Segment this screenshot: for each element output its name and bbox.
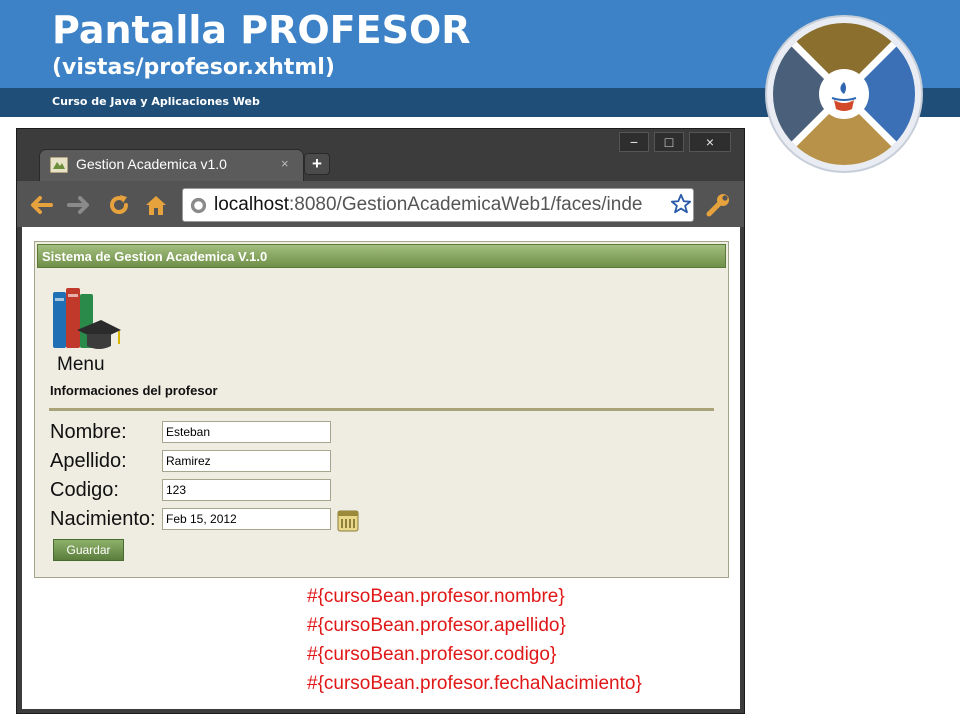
apellido-label: Apellido: xyxy=(50,450,127,472)
favicon-icon xyxy=(50,157,68,173)
apellido-input[interactable]: Ramirez xyxy=(162,450,331,472)
minimize-button[interactable]: − xyxy=(619,132,649,152)
browser-tab[interactable]: Gestion Academica v1.0 × xyxy=(39,149,304,181)
nacimiento-input[interactable]: Feb 15, 2012 xyxy=(162,508,331,530)
close-window-button[interactable]: × xyxy=(689,132,731,152)
wrench-icon[interactable] xyxy=(705,192,731,218)
globe-icon xyxy=(190,197,207,214)
codigo-label: Codigo: xyxy=(50,479,119,501)
address-bar[interactable]: localhost:8080/GestionAcademicaWeb1/face… xyxy=(182,188,694,222)
section-title: Informaciones del profesor xyxy=(50,383,218,398)
maximize-button[interactable]: □ xyxy=(654,132,684,152)
calendar-icon[interactable] xyxy=(337,510,359,532)
url-text: localhost:8080/GestionAcademicaWeb1/face… xyxy=(214,194,642,216)
expression-line: #{cursoBean.profesor.codigo} xyxy=(307,644,557,665)
nombre-input[interactable]: Esteban xyxy=(162,421,331,443)
java-logo-icon xyxy=(765,15,923,173)
menu-link[interactable]: Menu xyxy=(57,354,105,376)
slide-title: Pantalla PROFESOR xyxy=(52,8,471,52)
panel-title: Sistema de Gestion Academica V.1.0 xyxy=(42,249,268,264)
save-button[interactable]: Guardar xyxy=(53,539,124,561)
books-icon[interactable] xyxy=(49,284,121,358)
page-viewport: Sistema de Gestion Academica V.1.0 Menu … xyxy=(22,227,740,709)
star-icon[interactable] xyxy=(670,193,692,215)
home-icon[interactable] xyxy=(144,193,168,217)
slide: Pantalla PROFESOR (vistas/profesor.xhtml… xyxy=(0,0,960,720)
course-label: Curso de Java y Aplicaciones Web xyxy=(52,95,260,108)
main-panel: Sistema de Gestion Academica V.1.0 Menu … xyxy=(34,241,729,578)
tab-close-icon[interactable]: × xyxy=(281,156,289,171)
tab-title: Gestion Academica v1.0 xyxy=(76,156,227,172)
back-icon[interactable] xyxy=(29,194,53,216)
codigo-input[interactable]: 123 xyxy=(162,479,331,501)
expression-line: #{cursoBean.profesor.apellido} xyxy=(307,615,566,636)
slide-subtitle: (vistas/profesor.xhtml) xyxy=(52,55,335,80)
url-path: :8080/GestionAcademicaWeb1/faces/inde xyxy=(289,194,643,215)
reload-icon[interactable] xyxy=(107,193,131,217)
url-host: localhost xyxy=(214,194,289,215)
section-divider xyxy=(49,408,714,411)
new-tab-button[interactable]: + xyxy=(304,153,330,175)
nacimiento-label: Nacimiento: xyxy=(50,508,156,530)
forward-icon[interactable] xyxy=(67,194,91,216)
browser-window: − □ × Gestion Academica v1.0 × + localho… xyxy=(16,128,745,714)
panel-header: Sistema de Gestion Academica V.1.0 xyxy=(37,244,726,268)
nombre-label: Nombre: xyxy=(50,421,127,443)
expression-line: #{cursoBean.profesor.nombre} xyxy=(307,586,565,607)
expression-line: #{cursoBean.profesor.fechaNacimiento} xyxy=(307,673,642,694)
